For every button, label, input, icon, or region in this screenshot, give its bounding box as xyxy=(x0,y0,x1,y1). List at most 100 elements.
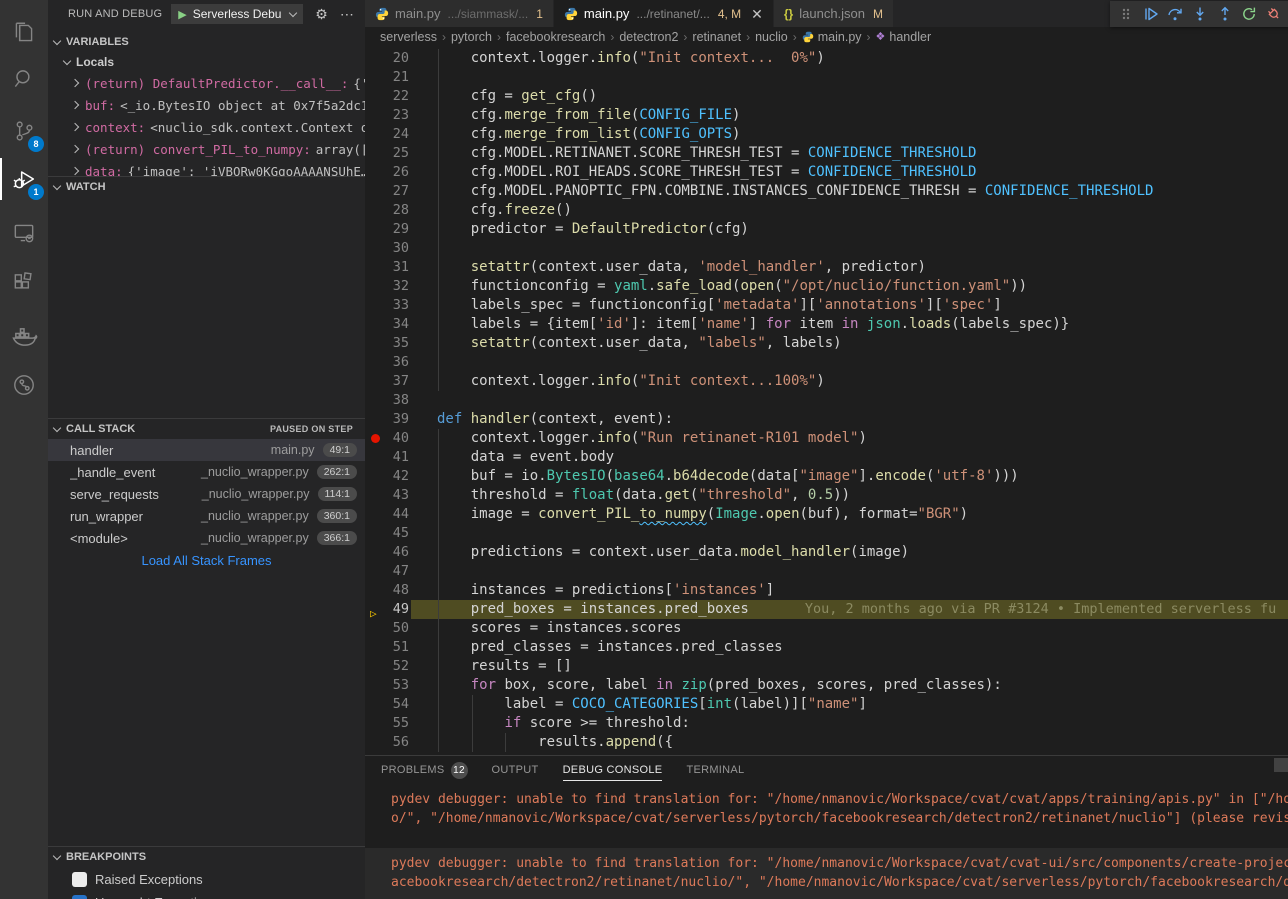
code-line[interactable]: 38 xyxy=(365,391,1288,410)
code-line[interactable]: 44 image = convert_PIL_to_numpy(Image.op… xyxy=(365,505,1288,524)
breadcrumb-item[interactable]: main.py xyxy=(802,30,862,44)
code-line[interactable]: 35 setattr(context.user_data, "labels", … xyxy=(365,334,1288,353)
continue-button[interactable] xyxy=(1139,2,1164,26)
panel-tab-debug-console[interactable]: DEBUG CONSOLE xyxy=(563,756,663,784)
line-number[interactable]: 26 xyxy=(365,163,409,182)
line-number[interactable]: 25 xyxy=(365,144,409,163)
code-line[interactable]: 37 context.logger.info("Init context...1… xyxy=(365,372,1288,391)
variable-row[interactable]: (return) convert_PIL_to_numpy:array([[[ … xyxy=(48,138,365,160)
breadcrumb-item[interactable]: nuclio xyxy=(755,30,788,44)
line-number[interactable]: 22 xyxy=(365,87,409,106)
line-number[interactable]: 39 xyxy=(365,410,409,429)
line-number[interactable]: 41 xyxy=(365,448,409,467)
line-number[interactable]: 21 xyxy=(365,68,409,87)
code-line[interactable]: 21 xyxy=(365,68,1288,87)
line-number[interactable]: 36 xyxy=(365,353,409,372)
code-line[interactable]: 20 context.logger.info("Init context... … xyxy=(365,49,1288,68)
step-into-button[interactable] xyxy=(1188,2,1213,26)
line-number[interactable]: 51 xyxy=(365,638,409,657)
code-line[interactable]: 52 results = [] xyxy=(365,657,1288,676)
close-icon[interactable]: ✕ xyxy=(751,7,763,21)
line-number[interactable]: 42 xyxy=(365,467,409,486)
code-line[interactable]: 32 functionconfig = yaml.safe_load(open(… xyxy=(365,277,1288,296)
line-number[interactable]: 55 xyxy=(365,714,409,733)
code-line[interactable]: 56 results.append({ xyxy=(365,733,1288,752)
line-number[interactable]: 50 xyxy=(365,619,409,638)
line-number[interactable]: 35 xyxy=(365,334,409,353)
editor-tab[interactable]: main.py.../siammask/...1 xyxy=(365,0,553,27)
search-icon[interactable] xyxy=(0,56,48,102)
line-number[interactable]: 44 xyxy=(365,505,409,524)
line-number[interactable]: 52 xyxy=(365,657,409,676)
code-line[interactable]: 41 data = event.body xyxy=(365,448,1288,467)
panel-tab-terminal[interactable]: TERMINAL xyxy=(686,756,744,784)
code-line[interactable]: 23 cfg.merge_from_file(CONFIG_FILE) xyxy=(365,106,1288,125)
code-line[interactable]: 39def handler(context, event): xyxy=(365,410,1288,429)
code-line[interactable]: 47 xyxy=(365,562,1288,581)
line-number[interactable]: 34 xyxy=(365,315,409,334)
stack-frame-row[interactable]: _handle_event_nuclio_wrapper.py262:1 xyxy=(48,461,365,483)
breakpoint-row[interactable]: Uncaught Exceptions xyxy=(48,892,365,899)
launch-config-dropdown[interactable]: ▶ Serverless Debu xyxy=(171,4,303,24)
breakpoint-row[interactable]: Raised Exceptions xyxy=(48,869,365,890)
line-number[interactable]: 23 xyxy=(365,106,409,125)
code-line[interactable]: 30 xyxy=(365,239,1288,258)
code-editor[interactable]: 20 context.logger.info("Init context... … xyxy=(365,46,1288,755)
code-line[interactable]: 53 for box, score, label in zip(pred_box… xyxy=(365,676,1288,695)
source-control-icon[interactable]: 8 xyxy=(0,108,48,154)
code-line[interactable]: 51 pred_classes = instances.pred_classes xyxy=(365,638,1288,657)
line-number[interactable]: 31 xyxy=(365,258,409,277)
explorer-icon[interactable] xyxy=(0,10,48,56)
breakpoints-header[interactable]: BREAKPOINTS xyxy=(48,847,365,867)
step-out-button[interactable] xyxy=(1212,2,1237,26)
code-line[interactable]: 33 labels_spec = functionconfig['metadat… xyxy=(365,296,1288,315)
variable-row[interactable]: context:<nuclio_sdk.context.Context obje… xyxy=(48,116,365,138)
scope-locals[interactable]: Locals xyxy=(48,52,365,72)
line-number[interactable]: 45 xyxy=(365,524,409,543)
line-number[interactable]: 54 xyxy=(365,695,409,714)
restart-button[interactable] xyxy=(1237,2,1262,26)
line-number[interactable]: 38 xyxy=(365,391,409,410)
code-line[interactable]: 50 scores = instances.scores xyxy=(365,619,1288,638)
breadcrumb-item[interactable]: serverless xyxy=(380,30,437,44)
line-number[interactable]: 20 xyxy=(365,49,409,68)
code-line[interactable]: 40 context.logger.info("Run retinanet-R1… xyxy=(365,429,1288,448)
editor-tab[interactable]: {}launch.jsonM xyxy=(774,0,893,27)
gear-icon[interactable]: ⚙ xyxy=(315,6,328,23)
code-line[interactable]: 46 predictions = context.user_data.model… xyxy=(365,543,1288,562)
variable-row[interactable]: buf:<_io.BytesIO object at 0x7f5a2dc1ecc… xyxy=(48,94,365,116)
code-line[interactable]: 28 cfg.freeze() xyxy=(365,201,1288,220)
line-number[interactable]: 30 xyxy=(365,239,409,258)
code-line[interactable]: 34 labels = {item['id']: item['name'] fo… xyxy=(365,315,1288,334)
line-number[interactable]: 28 xyxy=(365,201,409,220)
code-line[interactable]: 24 cfg.merge_from_list(CONFIG_OPTS) xyxy=(365,125,1288,144)
call-stack-header[interactable]: CALL STACK PAUSED ON STEP xyxy=(48,419,365,439)
line-number[interactable]: 37 xyxy=(365,372,409,391)
code-line[interactable]: 55 if score >= threshold: xyxy=(365,714,1288,733)
test-explorer-icon[interactable] xyxy=(0,362,48,408)
more-actions-icon[interactable]: ⋯ xyxy=(340,6,354,23)
breadcrumb-item[interactable]: pytorch xyxy=(451,30,492,44)
line-number[interactable]: 43 xyxy=(365,486,409,505)
line-number[interactable]: 27 xyxy=(365,182,409,201)
line-number[interactable]: 53 xyxy=(365,676,409,695)
code-line[interactable]: 42 buf = io.BytesIO(base64.b64decode(dat… xyxy=(365,467,1288,486)
line-number[interactable]: 47 xyxy=(365,562,409,581)
code-line[interactable]: 25 cfg.MODEL.RETINANET.SCORE_THRESH_TEST… xyxy=(365,144,1288,163)
watch-header[interactable]: WATCH xyxy=(48,177,365,197)
line-number[interactable]: 49 xyxy=(365,600,409,619)
code-line[interactable]: 29 predictor = DefaultPredictor(cfg) xyxy=(365,220,1288,239)
code-line[interactable]: 27 cfg.MODEL.PANOPTIC_FPN.COMBINE.INSTAN… xyxy=(365,182,1288,201)
line-number[interactable]: 48 xyxy=(365,581,409,600)
code-line[interactable]: 43 threshold = float(data.get("threshold… xyxy=(365,486,1288,505)
code-line[interactable]: 31 setattr(context.user_data, 'model_han… xyxy=(365,258,1288,277)
stack-frame-row[interactable]: handlermain.py49:1 xyxy=(48,439,365,461)
breadcrumb-item[interactable]: detectron2 xyxy=(619,30,678,44)
stack-frame-row[interactable]: run_wrapper_nuclio_wrapper.py360:1 xyxy=(48,505,365,527)
code-line[interactable]: ▷49 pred_boxes = instances.pred_boxesYou… xyxy=(365,600,1288,619)
code-line[interactable]: 26 cfg.MODEL.ROI_HEADS.SCORE_THRESH_TEST… xyxy=(365,163,1288,182)
docker-icon[interactable] xyxy=(0,314,48,360)
code-line[interactable]: 54 label = COCO_CATEGORIES[int(label)]["… xyxy=(365,695,1288,714)
load-all-stack-frames-link[interactable]: Load All Stack Frames xyxy=(48,553,365,568)
stack-frame-row[interactable]: <module>_nuclio_wrapper.py366:1 xyxy=(48,527,365,549)
